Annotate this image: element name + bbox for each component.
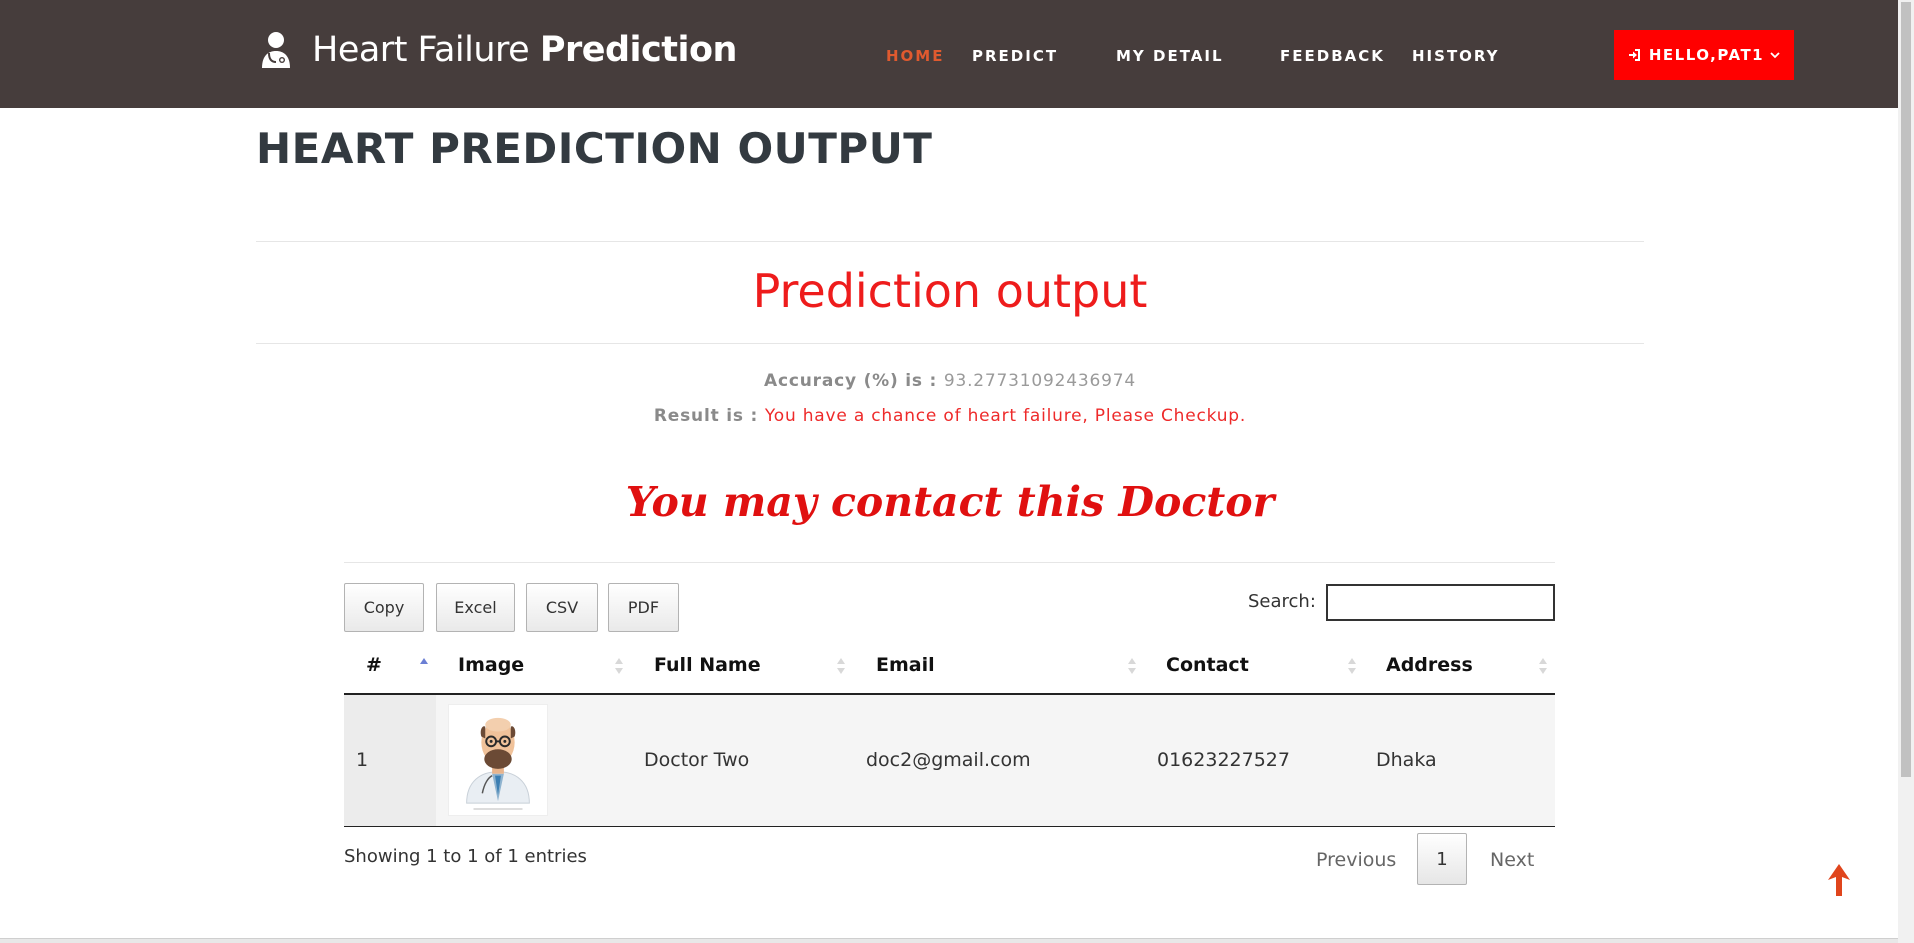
pdf-button[interactable]: PDF [608, 583, 679, 632]
horizontal-scrollbar[interactable] [0, 938, 1898, 943]
sort-icon[interactable] [1347, 655, 1357, 677]
user-menu-button[interactable]: HELLO,PAT1 [1614, 30, 1794, 80]
cell-full-name: Doctor Two [644, 749, 750, 771]
pagination-next[interactable]: Next [1490, 849, 1534, 871]
login-icon [1628, 49, 1640, 61]
brand-title: Heart Failure Prediction [312, 30, 737, 70]
column-header-full-name[interactable]: Full Name [654, 654, 761, 676]
cell-contact: 01623227527 [1157, 749, 1290, 771]
result-label: Result is : [653, 406, 765, 426]
doctor-avatar [448, 704, 548, 816]
nav-feedback[interactable]: FEEDBACK [1280, 47, 1385, 65]
cell-email: doc2@gmail.com [866, 749, 1031, 771]
accuracy-value: 93.27731092436974 [943, 371, 1136, 391]
divider [344, 562, 1555, 563]
chevron-down-icon [1770, 52, 1780, 59]
page-title: HEART PREDICTION OUTPUT [256, 124, 933, 173]
search-label: Search: [1248, 591, 1316, 612]
column-header-email[interactable]: Email [876, 654, 935, 676]
copy-button[interactable]: Copy [344, 583, 424, 632]
cell-address: Dhaka [1376, 749, 1437, 771]
pagination-page-1[interactable]: 1 [1417, 833, 1467, 885]
nav-history[interactable]: HISTORY [1412, 47, 1500, 65]
table-info: Showing 1 to 1 of 1 entries [344, 846, 587, 867]
result-line: Result is : You have a chance of heart f… [256, 406, 1644, 426]
doctor-icon [262, 32, 290, 68]
csv-button[interactable]: CSV [526, 583, 598, 632]
result-value: You have a chance of heart failure, Plea… [764, 406, 1247, 426]
sort-icon[interactable] [1538, 655, 1548, 677]
nav-home[interactable]: HOME [886, 47, 944, 65]
brand-title-light: Heart Failure [312, 30, 540, 70]
doctor-avatar-icon [449, 705, 547, 815]
scrollbar-thumb[interactable] [1901, 2, 1911, 777]
sort-icon[interactable] [614, 655, 624, 677]
prediction-title: Prediction output [752, 264, 1148, 318]
nav-predict[interactable]: PREDICT [972, 47, 1058, 65]
pagination-previous[interactable]: Previous [1316, 849, 1396, 871]
sort-icon[interactable] [1127, 655, 1137, 677]
back-to-top-icon[interactable] [1826, 862, 1852, 898]
sort-asc-icon[interactable] [419, 655, 429, 677]
table-bottom-border [344, 826, 1555, 827]
top-navbar: Heart Failure Prediction HOME PREDICT MY… [0, 0, 1898, 108]
excel-button[interactable]: Excel [436, 583, 515, 632]
nav-my-detail[interactable]: MY DETAIL [1116, 47, 1224, 65]
accuracy-line: Accuracy (%) is : 93.27731092436974 [256, 371, 1644, 391]
page-scrollbar[interactable] [1898, 0, 1914, 943]
column-header-index[interactable]: # [366, 654, 382, 676]
divider [256, 343, 1644, 344]
column-header-contact[interactable]: Contact [1166, 654, 1249, 676]
column-header-image[interactable]: Image [458, 654, 524, 676]
brand[interactable]: Heart Failure Prediction [258, 30, 737, 70]
accuracy-label: Accuracy (%) is : [764, 371, 944, 391]
contact-doctor-title: You may contact this Doctor [625, 478, 1275, 526]
sort-icon[interactable] [836, 655, 846, 677]
divider [256, 241, 1644, 242]
user-menu-label: HELLO,PAT1 [1648, 46, 1765, 64]
search-input[interactable] [1326, 584, 1555, 621]
cell-index: 1 [356, 749, 369, 771]
column-header-address[interactable]: Address [1386, 654, 1473, 676]
brand-title-bold: Prediction [539, 30, 738, 70]
